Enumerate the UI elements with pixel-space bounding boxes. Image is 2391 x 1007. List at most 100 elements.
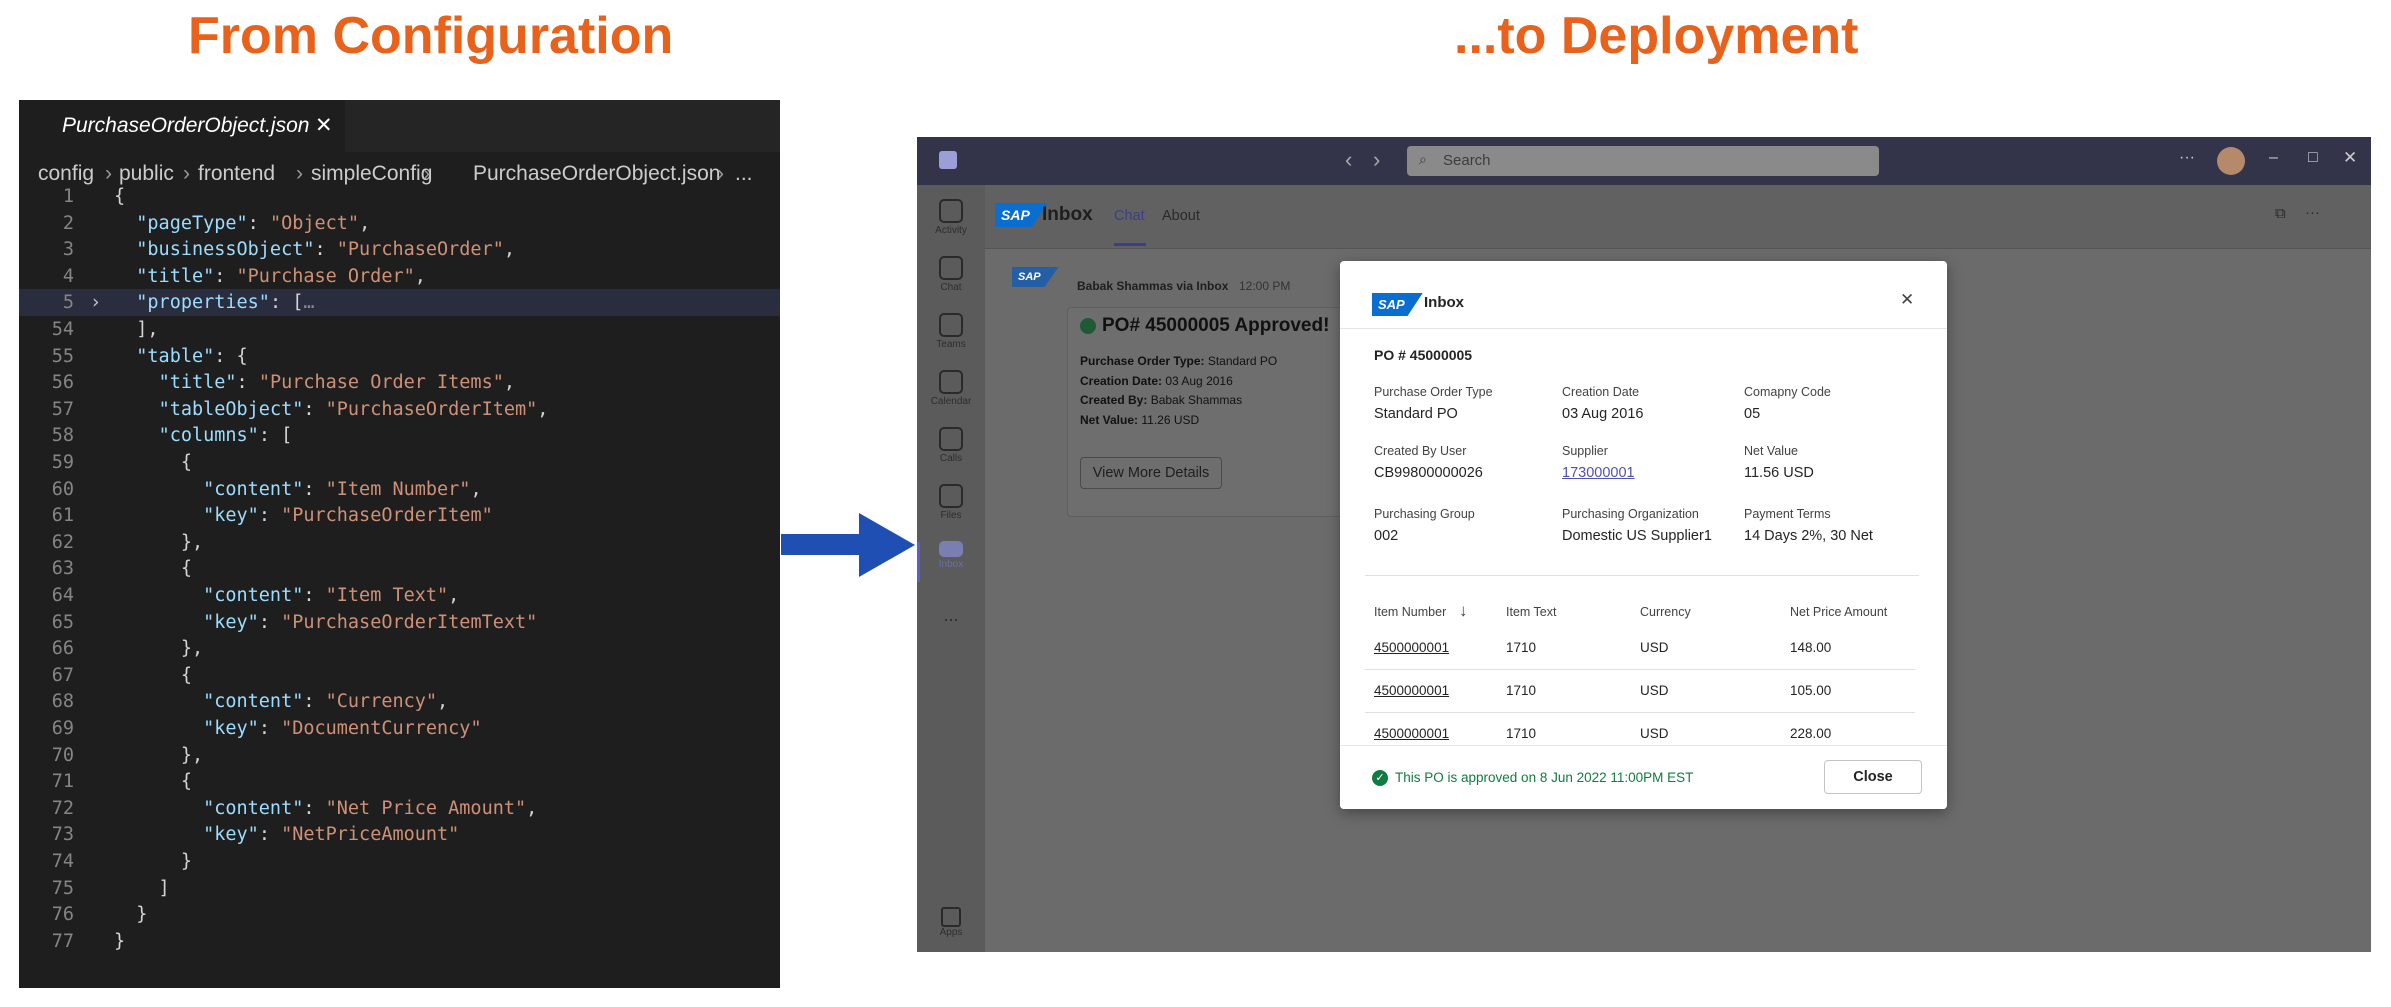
code-line[interactable]: 4 "title": "Purchase Order",: [19, 263, 780, 290]
code-line[interactable]: 71 {: [19, 768, 780, 795]
close-button[interactable]: Close: [1824, 760, 1922, 794]
table-cell[interactable]: 4500000001: [1374, 640, 1449, 655]
table-row[interactable]: 4500000001 1710 USD 105.00: [1365, 670, 1915, 713]
popout-icon[interactable]: ⧉: [2275, 205, 2286, 222]
line-number: 73: [51, 824, 74, 846]
code-line[interactable]: 70 },: [19, 742, 780, 769]
rail-item-calendar[interactable]: Calendar: [917, 370, 985, 407]
code-line[interactable]: 66 },: [19, 635, 780, 662]
sort-down-icon[interactable]: ↓: [1459, 601, 1468, 621]
code-text: "properties": […: [136, 292, 315, 314]
column-header[interactable]: Item Text: [1506, 605, 1556, 619]
rail-item-inbox[interactable]: Inbox: [917, 541, 985, 570]
check-circle-icon: [1080, 318, 1096, 334]
more-options-icon[interactable]: ···: [2179, 149, 2195, 167]
table-row[interactable]: 4500000001 1710 USD 148.00: [1365, 627, 1915, 670]
editor-tab[interactable]: PurchaseOrderObject.json ✕: [19, 100, 345, 152]
field-value: CB99800000026: [1374, 465, 1483, 481]
view-more-details-button[interactable]: View More Details: [1080, 457, 1222, 489]
rail-item-teams[interactable]: Teams: [917, 313, 985, 350]
code-line[interactable]: 57 "tableObject": "PurchaseOrderItem",: [19, 396, 780, 423]
more-icon[interactable]: ···: [2305, 204, 2320, 221]
dialog-close-icon[interactable]: ✕: [1900, 290, 1914, 310]
bell-icon: [939, 199, 963, 223]
code-text: {: [114, 664, 192, 686]
field-value: 05: [1744, 406, 1761, 422]
column-header[interactable]: Net Price Amount: [1790, 605, 1887, 619]
close-window-icon[interactable]: ✕: [2343, 148, 2357, 168]
line-number: 70: [51, 744, 74, 766]
code-line[interactable]: 76 }: [19, 901, 780, 928]
code-line[interactable]: 65 "key": "PurchaseOrderItemText": [19, 609, 780, 636]
code-line[interactable]: 58 "columns": [: [19, 422, 780, 449]
card-detail-value: Babak Shammas: [1150, 393, 1243, 407]
rail-item-chat[interactable]: Chat: [917, 256, 985, 293]
rail-item-activity[interactable]: Activity: [917, 199, 985, 236]
code-line[interactable]: 59 {: [19, 449, 780, 476]
tab-about[interactable]: About: [1162, 208, 1200, 224]
code-line[interactable]: 5 "properties": [… ›: [19, 289, 780, 317]
field-value[interactable]: 173000001: [1562, 465, 1635, 481]
field-value: 002: [1374, 528, 1399, 544]
card-title: PO# 45000005 Approved!: [1102, 315, 1330, 336]
code-line[interactable]: 3 "businessObject": "PurchaseOrder",: [19, 236, 780, 263]
line-number: 67: [51, 664, 74, 686]
table-cell: 148.00: [1790, 640, 1832, 655]
forward-icon[interactable]: ›: [1373, 147, 1380, 173]
more-apps-icon[interactable]: ...: [917, 605, 985, 626]
apps-label: Apps: [939, 927, 963, 938]
code-text: },: [114, 744, 204, 766]
rail-item-calls[interactable]: Calls: [917, 427, 985, 464]
line-number: 68: [51, 691, 74, 713]
minimize-icon[interactable]: –: [2269, 149, 2278, 167]
rail-item-files[interactable]: Files: [917, 484, 985, 521]
code-line[interactable]: 73 "key": "NetPriceAmount": [19, 821, 780, 848]
card-detail-row: Purchase Order Type: Standard PO: [1080, 354, 1277, 374]
search-input[interactable]: ⌕ Search: [1407, 146, 1879, 176]
code-line[interactable]: 72 "content": "Net Price Amount",: [19, 795, 780, 822]
code-line[interactable]: 69 "key": "DocumentCurrency": [19, 715, 780, 742]
close-icon[interactable]: ✕: [315, 113, 333, 138]
field-label: Purchasing Group: [1374, 507, 1475, 521]
dialog-footer: ✓ This PO is approved on 8 Jun 2022 11:0…: [1340, 745, 1947, 809]
code-line[interactable]: 77}: [19, 928, 780, 955]
code-text: "key": "NetPriceAmount": [203, 824, 460, 846]
code-line[interactable]: 56 "title": "Purchase Order Items",: [19, 369, 780, 396]
code-line[interactable]: 61 "key": "PurchaseOrderItem": [19, 502, 780, 529]
code-line[interactable]: 60 "content": "Item Number",: [19, 476, 780, 503]
code-line[interactable]: 64 "content": "Item Text",: [19, 582, 780, 609]
line-number: 54: [51, 319, 74, 340]
table-cell: 105.00: [1790, 683, 1832, 698]
code-line[interactable]: 75 ]: [19, 875, 780, 902]
back-icon[interactable]: ‹: [1345, 147, 1352, 173]
fold-chevron-icon[interactable]: ›: [90, 289, 101, 316]
code-line[interactable]: 68 "content": "Currency",: [19, 688, 780, 715]
maximize-icon[interactable]: □: [2308, 149, 2318, 167]
apps-icon[interactable]: Apps: [917, 907, 985, 938]
approval-status: This PO is approved on 8 Jun 2022 11:00P…: [1395, 770, 1694, 785]
table-cell[interactable]: 4500000001: [1374, 726, 1449, 741]
code-text: "key": "DocumentCurrency": [203, 718, 482, 739]
sender-avatar: SAP: [1012, 267, 1059, 287]
code-text: "key": "PurchaseOrderItem": [203, 505, 493, 527]
code-line[interactable]: 63 {: [19, 555, 780, 582]
code-line[interactable]: 74 }: [19, 848, 780, 875]
po-number: PO # 45000005: [1374, 347, 1473, 363]
code-line[interactable]: 67 {: [19, 662, 780, 689]
tab-chat[interactable]: Chat: [1114, 208, 1145, 224]
code-line[interactable]: 2 "pageType": "Object",: [19, 210, 780, 237]
card-detail-key: Purchase Order Type:: [1080, 354, 1208, 368]
column-header[interactable]: Currency: [1640, 605, 1691, 619]
search-icon: ⌕: [1419, 151, 1427, 167]
code-line[interactable]: 54 ],: [19, 316, 780, 343]
code-line[interactable]: 55 "table": {: [19, 343, 780, 370]
card-detail-key: Creation Date:: [1080, 373, 1166, 388]
code-line[interactable]: 1{: [19, 183, 780, 210]
column-header[interactable]: Item Number: [1374, 605, 1446, 619]
table-cell[interactable]: 4500000001: [1374, 683, 1449, 698]
code-line[interactable]: 62 },: [19, 529, 780, 556]
line-number: 57: [51, 398, 74, 420]
app-title: Inbox: [1042, 204, 1093, 225]
field-value: 11.56 USD: [1744, 465, 1814, 481]
avatar[interactable]: [2217, 147, 2245, 175]
